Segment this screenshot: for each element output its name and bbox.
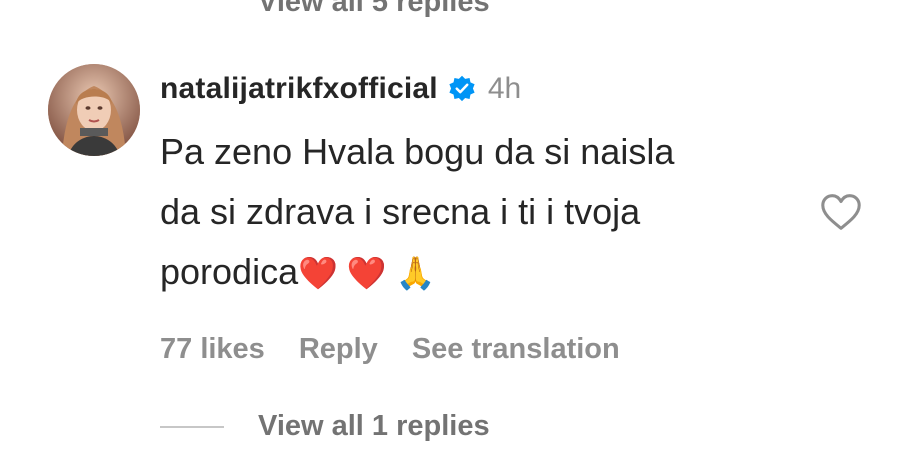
avatar[interactable]: [48, 64, 140, 156]
avatar-image: [48, 64, 140, 156]
view-previous-replies-button[interactable]: View all 5 replies: [258, 0, 490, 19]
comment-text-line: da si zdrava i srecna i ti i tvoja: [160, 191, 641, 232]
see-translation-button[interactable]: See translation: [412, 333, 620, 366]
heart-outline-icon: [821, 194, 861, 230]
comment-text-line: porodica❤️ ❤️ 🙏: [160, 242, 800, 303]
comment-thread: View all 5 replies natalijatrikfxofficia…: [0, 0, 900, 460]
comment-body: natalijatrikfxofficial 4h Pa zeno Hvala …: [160, 64, 800, 366]
view-replies-button[interactable]: View all 1 replies: [160, 410, 490, 443]
comment-actions: 77 likes Reply See translation: [160, 333, 800, 366]
comment-text-word: porodica: [160, 251, 299, 292]
comment-text: Pa zeno Hvala bogu da si naisla da si zd…: [160, 122, 800, 303]
like-comment-button[interactable]: [818, 189, 864, 235]
verified-badge-icon: [448, 75, 476, 103]
likes-count[interactable]: 77 likes: [160, 333, 265, 366]
view-replies-label: View all 1 replies: [258, 410, 490, 442]
replies-divider: [160, 425, 224, 428]
comment-emoji: ❤️ ❤️ 🙏: [298, 255, 436, 291]
comment-text-line: Pa zeno Hvala bogu da si naisla: [160, 131, 675, 172]
comment-timestamp[interactable]: 4h: [488, 72, 521, 106]
username-link[interactable]: natalijatrikfxofficial: [160, 72, 438, 106]
reply-button[interactable]: Reply: [299, 333, 378, 366]
comment-header: natalijatrikfxofficial 4h: [160, 64, 800, 114]
